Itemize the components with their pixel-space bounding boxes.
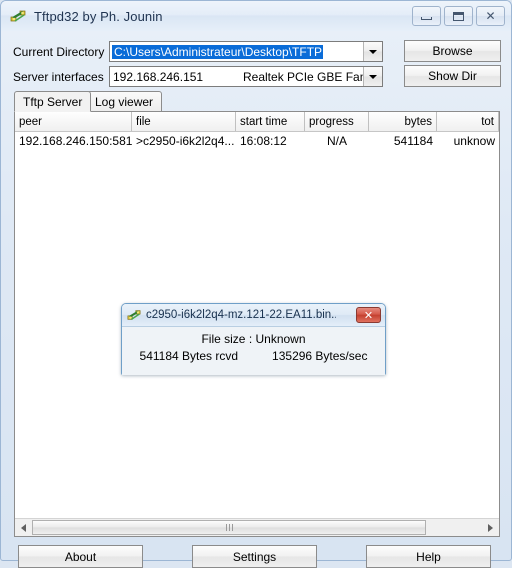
transfer-table-body: 192.168.246.150:58121 >c2950-i6k2l2q4...…	[15, 132, 499, 149]
cell-file: >c2950-i6k2l2q4...	[136, 133, 235, 148]
column-header-peer[interactable]: peer	[15, 112, 132, 131]
column-header-file[interactable]: file	[132, 112, 236, 131]
current-directory-combobox[interactable]: C:\Users\Administrateur\Desktop\TFTP	[109, 41, 383, 62]
dialog-bytes-received: 541184 Bytes rcvd	[139, 349, 239, 363]
transfer-table-header: peer file start time progress bytes tot	[15, 112, 499, 132]
horizontal-scrollbar[interactable]	[15, 518, 499, 536]
grip-icon	[225, 524, 233, 531]
cell-total: unknow	[453, 133, 495, 148]
table-row[interactable]: 192.168.246.150:58121 >c2950-i6k2l2q4...…	[15, 132, 499, 149]
tab-log-viewer[interactable]: Log viewer	[86, 91, 163, 112]
dialog-close-button[interactable]: ✕	[356, 307, 381, 323]
about-button[interactable]: About	[18, 545, 143, 568]
cell-bytes: 541184	[393, 133, 433, 148]
server-interfaces-dropdown-button[interactable]	[363, 67, 382, 86]
restore-button[interactable]	[444, 6, 473, 26]
scrollbar-thumb[interactable]	[32, 520, 426, 535]
tftpd-icon	[10, 8, 26, 24]
column-header-total[interactable]: tot	[437, 112, 499, 131]
tftpd-icon	[127, 308, 141, 322]
restore-icon	[453, 11, 464, 21]
dialog-transfer-rate: 135296 Bytes/sec	[272, 349, 368, 363]
transfer-progress-dialog: c2950-i6k2l2q4-mz.121-22.EA11.bin... ✕ F…	[121, 303, 386, 375]
column-header-progress[interactable]: progress	[305, 112, 369, 131]
tabstrip: Tftp Server Log viewer	[14, 91, 500, 112]
tab-tftp-server[interactable]: Tftp Server	[14, 91, 92, 112]
dialog-body: File size : Unknown 541184 Bytes rcvd 13…	[122, 327, 385, 375]
window-titlebar[interactable]: Tftpd32 by Ph. Jounin ✕	[1, 1, 511, 31]
dialog-stats: 541184 Bytes rcvd 135296 Bytes/sec	[122, 349, 385, 363]
server-interface-adapter: Realtek PCIe GBE Family C	[243, 69, 363, 84]
scroll-right-button[interactable]	[482, 519, 499, 536]
minimize-icon	[421, 17, 432, 20]
cell-start-time: 16:08:12	[240, 133, 287, 148]
browse-button[interactable]: Browse	[404, 40, 501, 62]
arrow-right-icon	[488, 523, 493, 532]
current-directory-label: Current Directory	[13, 44, 105, 59]
server-interfaces-row: Server interfaces 192.168.246.151 Realte…	[13, 66, 383, 87]
current-directory-row: Current Directory C:\Users\Administrateu…	[13, 41, 383, 62]
server-interface-ip: 192.168.246.151	[113, 69, 204, 84]
column-header-start-time[interactable]: start time	[236, 112, 305, 131]
dialog-title: c2950-i6k2l2q4-mz.121-22.EA11.bin...	[146, 309, 336, 321]
dialog-file-size: File size : Unknown	[201, 332, 306, 346]
scrollbar-track[interactable]	[32, 519, 482, 536]
minimize-button[interactable]	[412, 6, 441, 26]
settings-button[interactable]: Settings	[192, 545, 317, 568]
server-interfaces-label: Server interfaces	[13, 69, 104, 84]
cell-progress: N/A	[326, 133, 347, 148]
chevron-down-icon	[369, 74, 377, 79]
window-title: Tftpd32 by Ph. Jounin	[34, 8, 163, 24]
chevron-down-icon	[369, 49, 377, 54]
cell-peer: 192.168.246.150:58121	[19, 133, 132, 148]
server-interfaces-combobox[interactable]: 192.168.246.151 Realtek PCIe GBE Family …	[109, 66, 383, 87]
current-directory-dropdown-button[interactable]	[363, 42, 382, 61]
close-icon: ✕	[363, 308, 374, 322]
current-directory-input[interactable]: C:\Users\Administrateur\Desktop\TFTP	[112, 44, 324, 59]
close-icon: ✕	[485, 9, 496, 23]
help-button[interactable]: Help	[366, 545, 491, 568]
client-area: Current Directory C:\Users\Administrateu…	[10, 33, 504, 568]
column-header-bytes[interactable]: bytes	[369, 112, 437, 131]
window-controls: ✕	[412, 6, 505, 26]
application-window: Tftpd32 by Ph. Jounin ✕ Current Director…	[0, 0, 512, 568]
arrow-left-icon	[21, 523, 26, 532]
show-dir-button[interactable]: Show Dir	[404, 65, 501, 87]
scroll-left-button[interactable]	[15, 519, 32, 536]
close-button[interactable]: ✕	[476, 6, 505, 26]
dialog-titlebar[interactable]: c2950-i6k2l2q4-mz.121-22.EA11.bin... ✕	[122, 304, 385, 327]
